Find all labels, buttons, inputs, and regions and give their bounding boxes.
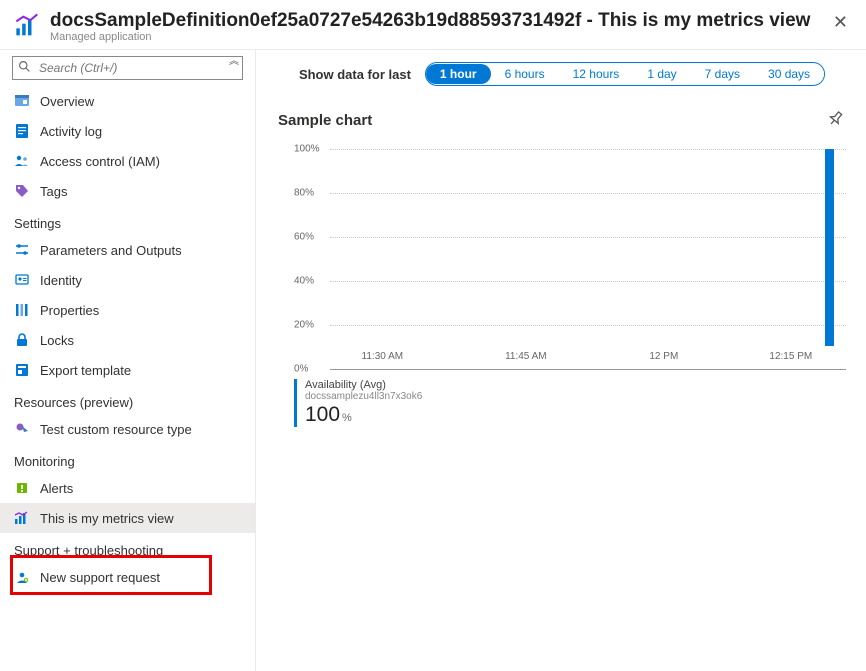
time-range-pills: 1 hour 6 hours 12 hours 1 day 7 days 30 … — [425, 62, 825, 86]
sidebar-item-identity[interactable]: Identity — [0, 265, 255, 295]
gridline — [330, 369, 846, 370]
chart-area: 100% 80% 60% 40% 20% 0% 11:30 AM 11:45 A… — [294, 149, 846, 369]
gridline — [330, 237, 846, 238]
chart-bar — [825, 149, 834, 346]
pill-7-days[interactable]: 7 days — [691, 64, 754, 84]
sidebar-item-test-custom-resource[interactable]: Test custom resource type — [0, 414, 255, 444]
properties-icon — [14, 302, 30, 318]
header-text: docsSampleDefinition0ef25a0727e54263b19d… — [50, 10, 829, 43]
sidebar-item-label: Parameters and Outputs — [40, 243, 182, 258]
tags-icon — [14, 183, 30, 199]
metric-resource: docssamplezu4ll3n7x3ok6 — [305, 391, 422, 402]
sidebar-item-label: New support request — [40, 570, 160, 585]
metric-value: 100% — [305, 403, 422, 427]
activity-log-icon — [14, 123, 30, 139]
y-tick: 20% — [294, 320, 314, 331]
chart-title: Sample chart — [278, 112, 372, 129]
pin-icon[interactable] — [815, 102, 852, 140]
sidebar-item-label: Access control (IAM) — [40, 154, 160, 169]
sidebar-item-overview[interactable]: Overview — [0, 86, 255, 116]
close-icon[interactable]: ✕ — [829, 10, 852, 35]
sidebar-item-tags[interactable]: Tags — [0, 176, 255, 206]
access-control-icon — [14, 153, 30, 169]
metric-color-bar — [294, 379, 297, 427]
pill-6-hours[interactable]: 6 hours — [491, 64, 559, 84]
locks-icon — [14, 332, 30, 348]
sidebar-item-new-support-request[interactable]: New support request — [0, 562, 255, 592]
sidebar-item-properties[interactable]: Properties — [0, 295, 255, 325]
sidebar-group-monitoring: Monitoring — [0, 444, 255, 473]
sidebar-group-settings: Settings — [0, 206, 255, 235]
metric-name: Availability (Avg) — [305, 379, 422, 391]
search-input[interactable] — [12, 56, 243, 80]
pill-30-days[interactable]: 30 days — [754, 64, 824, 84]
parameters-icon — [14, 242, 30, 258]
pill-1-day[interactable]: 1 day — [633, 64, 690, 84]
sidebar-item-label: Test custom resource type — [40, 422, 192, 437]
x-tick: 11:30 AM — [362, 351, 404, 362]
sidebar-item-locks[interactable]: Locks — [0, 325, 255, 355]
blade-header: docsSampleDefinition0ef25a0727e54263b19d… — [0, 0, 866, 50]
y-tick: 80% — [294, 188, 314, 199]
time-range-row: Show data for last 1 hour 6 hours 12 hou… — [278, 62, 846, 86]
gridline — [330, 281, 846, 282]
y-tick: 100% — [294, 144, 320, 155]
sidebar-item-label: Locks — [40, 333, 74, 348]
main-content: Show data for last 1 hour 6 hours 12 hou… — [256, 50, 866, 671]
overview-icon — [14, 93, 30, 109]
pill-12-hours[interactable]: 12 hours — [559, 64, 634, 84]
sidebar-item-label: Tags — [40, 184, 67, 199]
time-range-label: Show data for last — [299, 67, 411, 82]
page-subtitle: Managed application — [50, 31, 829, 43]
sidebar-item-access-control[interactable]: Access control (IAM) — [0, 146, 255, 176]
sidebar-item-label: Properties — [40, 303, 99, 318]
y-tick: 0% — [294, 364, 308, 375]
gridline — [330, 149, 846, 150]
pill-1-hour[interactable]: 1 hour — [426, 64, 491, 84]
metric-card: Availability (Avg) docssamplezu4ll3n7x3o… — [294, 379, 846, 427]
sidebar-item-label: Alerts — [40, 481, 73, 496]
sidebar-item-label: Activity log — [40, 124, 102, 139]
x-tick: 12 PM — [649, 351, 678, 362]
metrics-view-icon — [14, 510, 30, 526]
identity-icon — [14, 272, 30, 288]
sidebar-item-label: This is my metrics view — [40, 511, 174, 526]
export-template-icon — [14, 362, 30, 378]
sidebar-item-parameters[interactable]: Parameters and Outputs — [0, 235, 255, 265]
x-tick: 12:15 PM — [769, 351, 812, 362]
metric-value-unit: % — [342, 412, 352, 424]
page-title: docsSampleDefinition0ef25a0727e54263b19d… — [50, 10, 829, 32]
alerts-icon — [14, 480, 30, 496]
sidebar-group-support: Support + troubleshooting — [0, 533, 255, 562]
metrics-icon — [14, 12, 42, 43]
y-tick: 60% — [294, 232, 314, 243]
custom-resource-icon — [14, 421, 30, 437]
sidebar-item-label: Export template — [40, 363, 131, 378]
sidebar-item-label: Identity — [40, 273, 82, 288]
gridline — [330, 325, 846, 326]
gridline — [330, 193, 846, 194]
sidebar-item-export-template[interactable]: Export template — [0, 355, 255, 385]
x-tick: 11:45 AM — [505, 351, 547, 362]
sidebar-item-activity-log[interactable]: Activity log — [0, 116, 255, 146]
sidebar-group-resources: Resources (preview) — [0, 385, 255, 414]
sidebar-item-alerts[interactable]: Alerts — [0, 473, 255, 503]
search-icon — [18, 60, 31, 76]
sidebar-item-metrics-view[interactable]: This is my metrics view — [0, 503, 255, 533]
sidebar: ︽ Overview Activity log Access control (… — [0, 50, 256, 671]
support-icon — [14, 569, 30, 585]
metric-value-number: 100 — [305, 403, 340, 426]
collapse-sidebar-icon[interactable]: ︽ — [229, 59, 239, 65]
y-tick: 40% — [294, 276, 314, 287]
sidebar-item-label: Overview — [40, 94, 94, 109]
